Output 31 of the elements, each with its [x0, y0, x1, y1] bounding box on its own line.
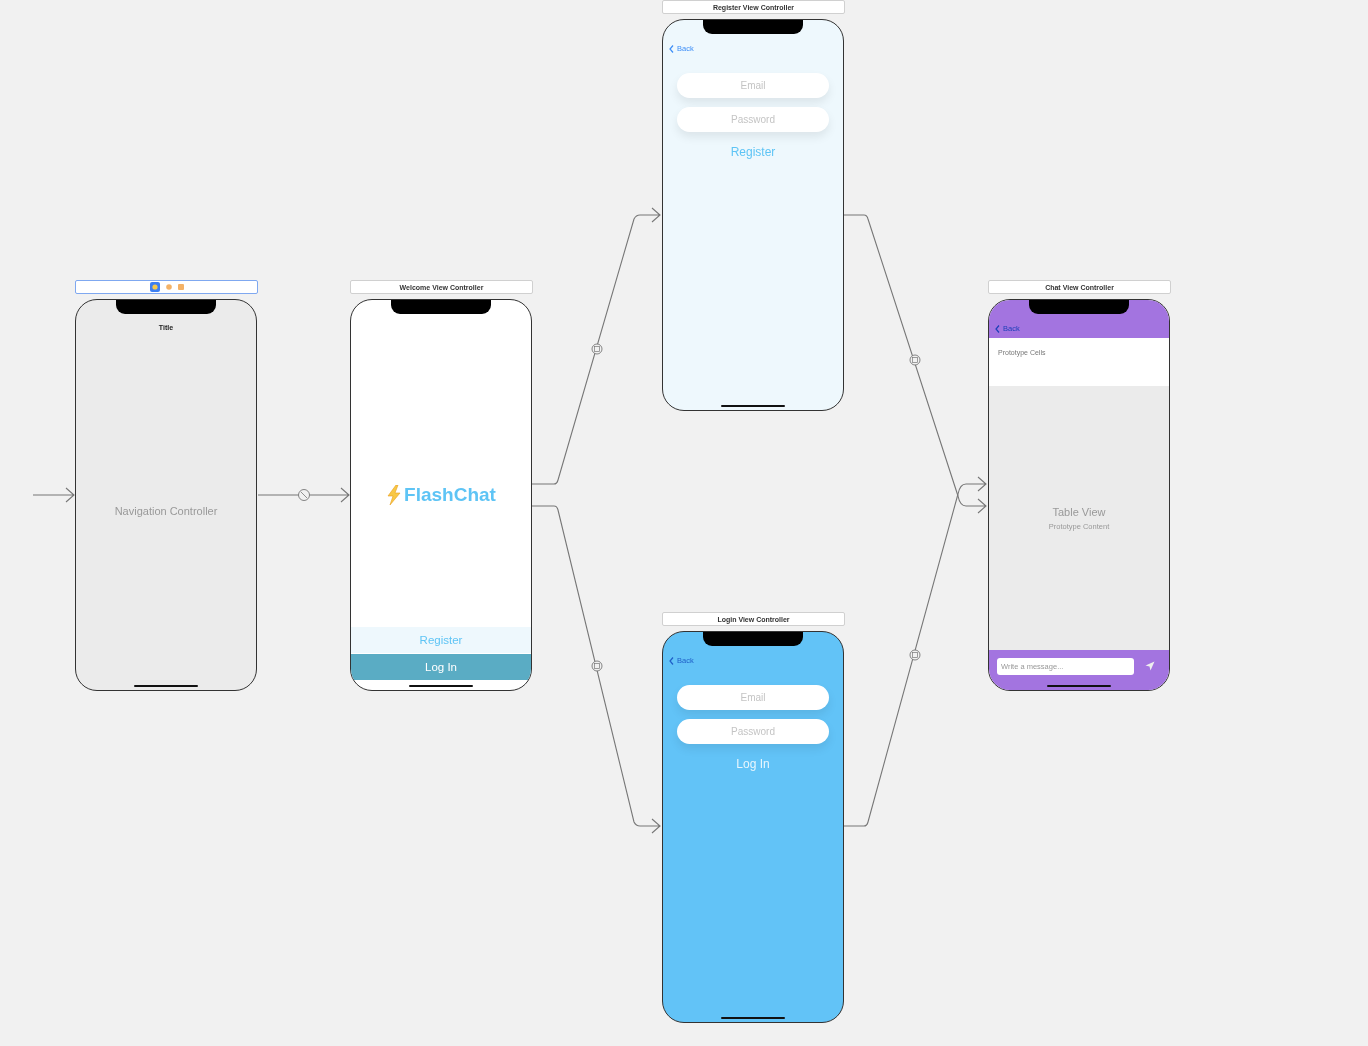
segue-icon: [591, 343, 603, 355]
table-title: Table View: [1052, 505, 1106, 518]
relationship-icon: [298, 489, 310, 501]
home-indicator: [721, 1017, 785, 1019]
send-icon[interactable]: [1145, 661, 1155, 671]
text-field[interactable]: Password: [677, 719, 829, 744]
home-indicator: [721, 405, 785, 407]
action-button[interactable]: Register: [730, 145, 776, 159]
action-button[interactable]: Log In: [736, 757, 770, 771]
segue-icon: [591, 660, 603, 672]
dock-dot-icon[interactable]: [165, 284, 172, 290]
home-indicator: [409, 685, 473, 687]
chevron-icon: [995, 324, 1000, 333]
dock-circle-icon[interactable]: [149, 282, 160, 292]
segue-icon: [909, 354, 921, 366]
app-logo-text: FlashChat: [404, 484, 496, 506]
chevron-icon: [669, 656, 674, 665]
entry-arrow: [32, 487, 75, 503]
segue-icon: [909, 649, 921, 661]
home-indicator: [134, 685, 198, 687]
login-button[interactable]: Log In: [351, 654, 531, 680]
text-field[interactable]: Password: [677, 107, 829, 132]
text-field[interactable]: Email: [677, 685, 829, 710]
dock-square-icon[interactable]: [177, 284, 184, 290]
home-indicator: [1047, 685, 1111, 687]
scene-dock[interactable]: [75, 280, 258, 294]
register-button[interactable]: Register: [351, 627, 531, 653]
lightning-icon: [386, 485, 403, 505]
chevron-icon: [669, 44, 674, 53]
text-field[interactable]: Email: [677, 73, 829, 98]
scene-label: Navigation Controller: [114, 504, 218, 517]
